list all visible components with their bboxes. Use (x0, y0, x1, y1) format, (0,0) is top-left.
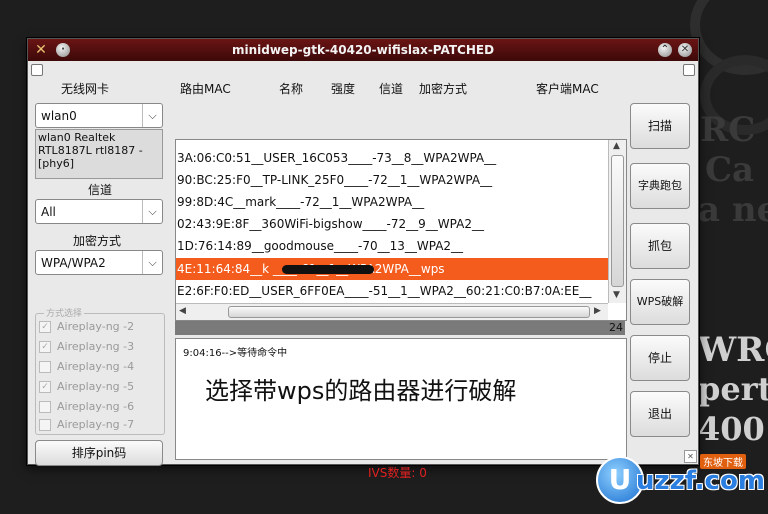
stop-button[interactable]: 停止 (630, 335, 690, 381)
scroll-down-icon[interactable]: ▼ (613, 290, 620, 300)
desktop-text-400: 400 (698, 410, 765, 448)
method-label: Aireplay-ng -6 (57, 400, 135, 413)
window-title: minidwep-gtk-40420-wifislax-PATCHED (231, 43, 495, 57)
header-encryption: 加密方式 (419, 82, 468, 96)
maximize-icon[interactable]: ⌃ (658, 43, 672, 57)
annotation-text: 选择带wps的路由器进行破解 (205, 377, 517, 405)
check-icon: ✓ (39, 381, 51, 393)
header-wireless-card: 无线网卡 (61, 82, 110, 96)
router-row[interactable]: 90:BC:25:F0__TP-LINK_25F0____-72__1__WPA… (176, 169, 608, 191)
chevron-down-icon: ⌵ (142, 251, 162, 274)
header-client-mac: 客户端MAC (536, 82, 599, 96)
router-row[interactable]: 1D:76:14:89__goodmouse____-70__13__WPA2_… (176, 235, 608, 257)
window-content: 无线网卡 路由MAC 名称 强度 信道 加密方式 客户端MAC wlan0 ⌵ … (28, 61, 698, 480)
router-row[interactable]: 3A:06:C0:51__USER_16C053____-73__8__WPA2… (176, 147, 608, 169)
desktop-text-pert: pertl (698, 370, 768, 408)
method-checkbox-2[interactable]: ✓ Aireplay-ng -3 (39, 340, 134, 358)
encryption-select[interactable]: WPA/WPA2 ⌵ (35, 250, 163, 275)
router-row[interactable]: 02:43:9E:8F__360WiFi-bigshow____-72__9__… (176, 213, 608, 235)
method-group-title: 方式选择 (44, 306, 85, 319)
router-row[interactable]: E2:6F:F0:ED__USER_6FF0EA____-51__1__WPA2… (176, 280, 608, 302)
main-window: ✕ · minidwep-gtk-40420-wifislax-PATCHED … (27, 38, 699, 480)
vertical-scroll-thumb[interactable] (611, 155, 624, 287)
redaction-mark (282, 265, 374, 274)
top-right-checkbox[interactable] (683, 64, 695, 76)
interface-info: wlan0 Realtek RTL8187L rtl8187 - [phy6] (35, 129, 163, 179)
method-checkbox-3[interactable]: Aireplay-ng -4 (39, 360, 134, 378)
ivs-count: IVS数量: 0 (368, 466, 427, 480)
router-list[interactable]: 3A:06:C0:51__USER_16C053____-73__8__WPA2… (175, 139, 627, 321)
capture-button[interactable]: 抓包 (630, 223, 690, 269)
chevron-down-icon: ⌵ (142, 200, 162, 223)
desktop-text-ca: Ca (705, 150, 755, 190)
chevron-down-icon: ⌵ (142, 104, 162, 127)
watermark-tag: 东坡下载 (700, 454, 746, 469)
channel-label: 信道 (88, 183, 113, 197)
close-icon[interactable]: ✕ (678, 43, 692, 57)
header-channel: 信道 (379, 82, 404, 96)
header-name: 名称 (279, 82, 304, 96)
scroll-right-icon[interactable]: ▶ (594, 306, 601, 316)
header-strength: 强度 (331, 82, 356, 96)
exit-button[interactable]: 退出 (630, 391, 690, 437)
router-row[interactable]: 99:8D:4C__mark____-72__1__WPA2WPA__ (176, 191, 608, 213)
desktop-text-rc: RC (700, 110, 756, 150)
title-bar[interactable]: ✕ · minidwep-gtk-40420-wifislax-PATCHED … (28, 39, 698, 61)
method-checkbox-5[interactable]: Aireplay-ng -6 (39, 400, 134, 418)
method-label: Aireplay-ng -3 (57, 340, 135, 353)
progress-value: 24 (609, 321, 623, 334)
channel-select-value: All (41, 205, 56, 219)
encryption-select-value: WPA/WPA2 (41, 256, 106, 270)
method-group: 方式选择 ✓ Aireplay-ng -2 ✓ Aireplay-ng -3 Air… (35, 306, 165, 436)
method-checkbox-6[interactable]: Aireplay-ng -7 (39, 418, 134, 436)
channel-select[interactable]: All ⌵ (35, 199, 163, 224)
watermark-close-icon: ✕ (684, 450, 697, 463)
desktop-text-wrc: WRC (698, 330, 768, 370)
scroll-left-icon[interactable]: ◀ (179, 306, 186, 316)
method-checkbox-4[interactable]: ✓ Aireplay-ng -5 (39, 380, 134, 398)
vertical-scrollbar[interactable]: ▲ ▼ (608, 140, 626, 303)
encryption-label: 加密方式 (73, 234, 122, 248)
horizontal-scroll-thumb[interactable] (228, 306, 590, 318)
horizontal-scrollbar[interactable]: ◀ ▶ (176, 303, 608, 320)
desktop-text-ne: a ne (698, 190, 768, 230)
unchecked-icon (39, 401, 51, 413)
router-row-selected[interactable]: 4E:11:64:84__k ____-61__1__WPA2WPA__wps (176, 258, 608, 280)
check-icon: ✓ (39, 321, 51, 333)
header-router-mac: 路由MAC (180, 82, 231, 96)
watermark-brand: uzzf.com (636, 466, 765, 496)
progress-bar: 24 (175, 321, 625, 335)
uzzf-watermark: U uzzf.com 东坡下载 ✕ (588, 450, 768, 514)
scroll-up-icon[interactable]: ▲ (613, 141, 620, 151)
method-label: Aireplay-ng -7 (57, 418, 135, 431)
top-left-checkbox[interactable] (31, 64, 43, 76)
interface-select[interactable]: wlan0 ⌵ (35, 103, 163, 128)
log-output[interactable]: 9:04:16-->等待命令中 选择带wps的路由器进行破解 (175, 338, 627, 460)
method-label: Aireplay-ng -2 (57, 320, 135, 333)
method-checkbox-1[interactable]: ✓ Aireplay-ng -2 (39, 320, 134, 338)
check-icon: ✓ (39, 341, 51, 353)
method-label: Aireplay-ng -4 (57, 360, 135, 373)
unchecked-icon (39, 419, 51, 431)
log-line: 9:04:16-->等待命令中 (183, 348, 288, 359)
sort-pin-button[interactable]: 排序pin码 (35, 440, 163, 466)
scan-button[interactable]: 扫描 (630, 103, 690, 149)
interface-select-value: wlan0 (41, 109, 77, 123)
method-label: Aireplay-ng -5 (57, 380, 135, 393)
wps-crack-button[interactable]: WPS破解 (630, 279, 690, 325)
unchecked-icon (39, 361, 51, 373)
dict-crack-button[interactable]: 字典跑包 (630, 163, 690, 209)
